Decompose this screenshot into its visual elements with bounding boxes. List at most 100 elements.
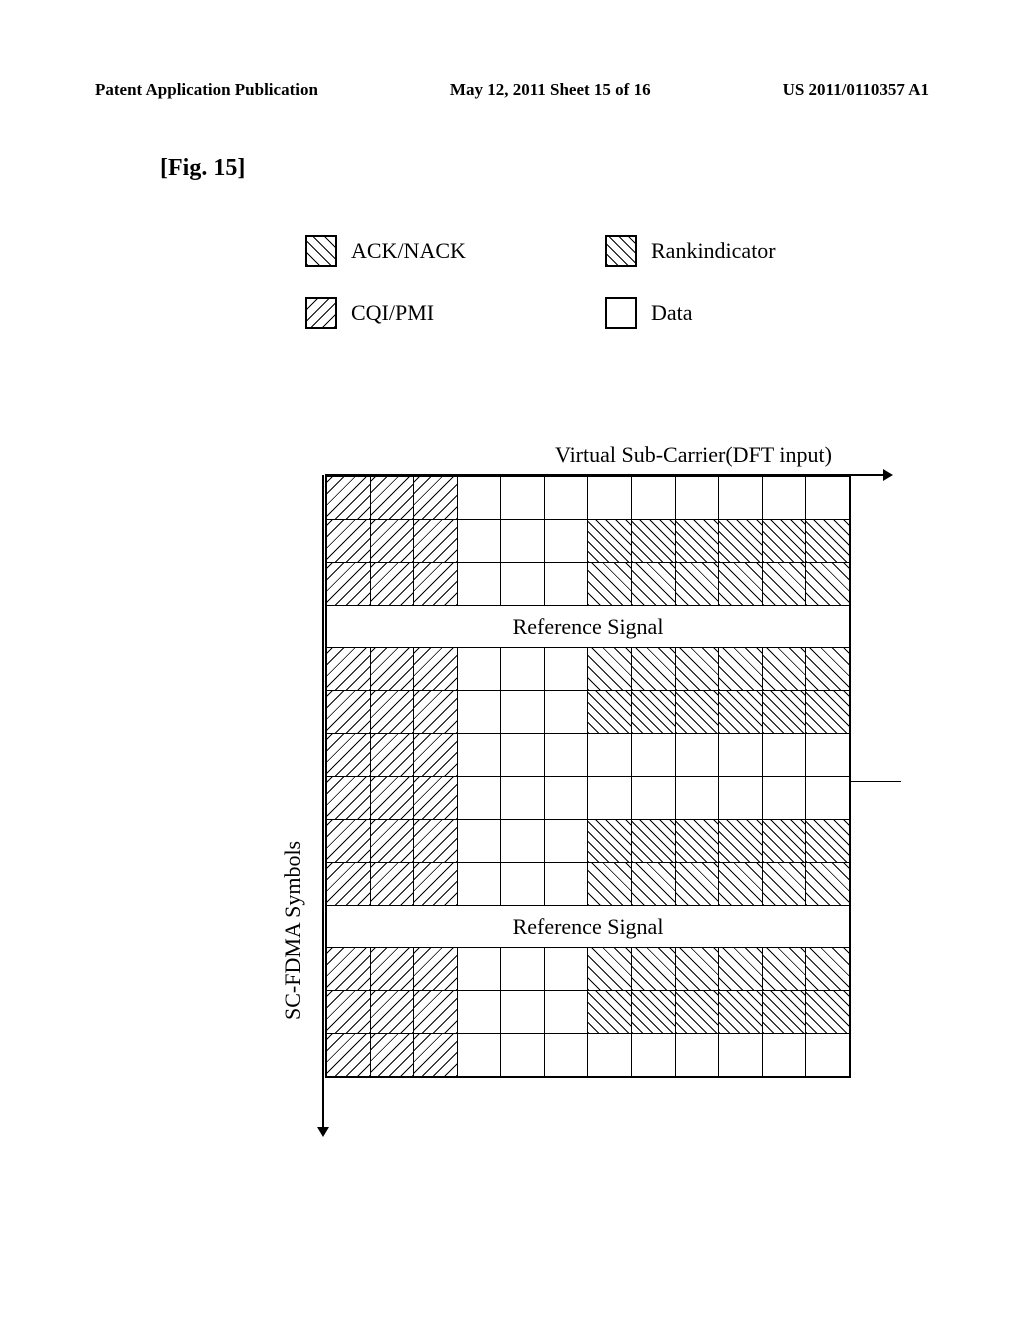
- grid-cell: [457, 777, 501, 819]
- legend-item-ack: ACK/NACK: [305, 235, 555, 267]
- grid-row: [327, 733, 849, 776]
- grid-cell: [631, 477, 675, 519]
- grid-cell: [544, 691, 588, 733]
- grid-cell: [327, 991, 370, 1033]
- grid-cell: [370, 691, 414, 733]
- grid-cell: [370, 648, 414, 690]
- grid-cell: [675, 777, 719, 819]
- cqi-swatch-icon: [305, 297, 337, 329]
- grid-cell: [805, 991, 849, 1033]
- grid-row: [327, 990, 849, 1033]
- rank-label: Rankindicator: [651, 238, 776, 264]
- x-axis-label: Virtual Sub-Carrier(DFT input): [555, 442, 832, 468]
- grid-cell: [544, 734, 588, 776]
- grid-cell: [587, 991, 631, 1033]
- grid-cell: [675, 820, 719, 862]
- grid-cell: [500, 520, 544, 562]
- grid-cell: [500, 948, 544, 990]
- legend-row-2: CQI/PMI Data: [305, 297, 854, 329]
- reference-signal-row: Reference Signal: [327, 905, 849, 947]
- grid-cell: [413, 648, 457, 690]
- grid-cell: [500, 648, 544, 690]
- grid-cell: [587, 820, 631, 862]
- ack-swatch-icon: [305, 235, 337, 267]
- grid-cell: [500, 563, 544, 605]
- grid-cell: [457, 820, 501, 862]
- grid-cell: [413, 477, 457, 519]
- header: Patent Application Publication May 12, 2…: [0, 80, 1024, 100]
- grid-cell: [718, 777, 762, 819]
- grid-cell: [675, 520, 719, 562]
- grid-cell: [457, 991, 501, 1033]
- grid-cell: [457, 863, 501, 905]
- data-swatch-icon: [605, 297, 637, 329]
- grid-cell: [805, 691, 849, 733]
- grid-cell: [631, 820, 675, 862]
- legend-item-cqi: CQI/PMI: [305, 297, 555, 329]
- legend-item-rank: Rankindicator: [605, 235, 776, 267]
- legend-row-1: ACK/NACK Rankindicator: [305, 235, 854, 267]
- grid-cell: [762, 863, 806, 905]
- grid-cell: [370, 734, 414, 776]
- grid-cell: [500, 1034, 544, 1076]
- grid-cell: [500, 820, 544, 862]
- grid-cell: [327, 820, 370, 862]
- grid-cell: [544, 563, 588, 605]
- ack-label: ACK/NACK: [351, 238, 466, 264]
- grid-cell: [675, 648, 719, 690]
- grid-row: [327, 647, 849, 690]
- grid-cell: [413, 777, 457, 819]
- grid-cell: [587, 777, 631, 819]
- header-right: US 2011/0110357 A1: [783, 80, 929, 100]
- grid-cell: [631, 734, 675, 776]
- grid-cell: [587, 734, 631, 776]
- grid-cell: [413, 820, 457, 862]
- grid-cell: [500, 691, 544, 733]
- grid-cell: [631, 648, 675, 690]
- grid-cell: [718, 563, 762, 605]
- grid-cell: [544, 820, 588, 862]
- grid-row: [327, 862, 849, 905]
- grid-cell: [631, 1034, 675, 1076]
- grid-row: [327, 947, 849, 990]
- grid-cell: [413, 948, 457, 990]
- grid-row: [327, 1033, 849, 1076]
- grid-cell: [413, 863, 457, 905]
- grid-cell: [631, 520, 675, 562]
- grid-cell: [544, 991, 588, 1033]
- grid-cell: [413, 520, 457, 562]
- grid-cell: [413, 563, 457, 605]
- grid-cell: [805, 820, 849, 862]
- grid-cell: [457, 948, 501, 990]
- grid-cell: [457, 648, 501, 690]
- grid-cell: [370, 948, 414, 990]
- grid-cell: [631, 691, 675, 733]
- grid-cell: [544, 520, 588, 562]
- grid-cell: [675, 563, 719, 605]
- grid-cell: [587, 948, 631, 990]
- grid-cell: [762, 1034, 806, 1076]
- grid-cell: [370, 777, 414, 819]
- grid-cell: [587, 520, 631, 562]
- grid-cell: [805, 777, 849, 819]
- grid-cell: [327, 734, 370, 776]
- grid-cell: [370, 863, 414, 905]
- header-middle: May 12, 2011 Sheet 15 of 16: [450, 80, 651, 100]
- grid-row: [327, 819, 849, 862]
- grid-cell: [587, 563, 631, 605]
- figure-label: [Fig. 15]: [160, 155, 245, 182]
- grid-cell: [718, 648, 762, 690]
- grid-cell: [327, 520, 370, 562]
- slot-boundary-tick-icon: [851, 781, 901, 782]
- grid-cell: [718, 734, 762, 776]
- grid-cell: [762, 563, 806, 605]
- grid-cell: [370, 820, 414, 862]
- grid-cell: [718, 820, 762, 862]
- grid-cell: [762, 477, 806, 519]
- grid-cell: [675, 691, 719, 733]
- grid-cell: [718, 477, 762, 519]
- grid-cell: [805, 948, 849, 990]
- y-axis-label: SC-FDMA Symbols: [280, 841, 306, 1020]
- grid-cell: [631, 777, 675, 819]
- grid-cell: [370, 991, 414, 1033]
